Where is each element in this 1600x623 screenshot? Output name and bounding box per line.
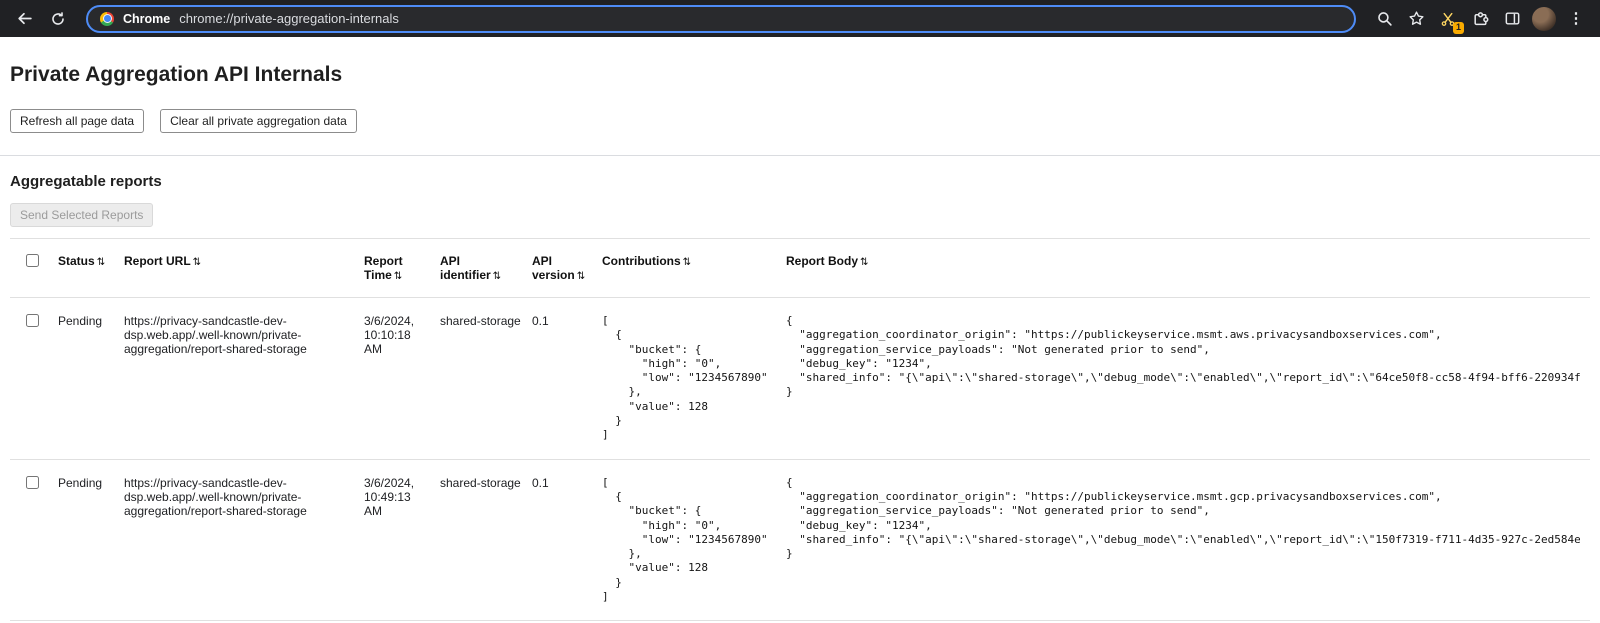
bookmark-star-icon [1408,10,1425,27]
column-label: API identifier [440,254,491,282]
reload-button[interactable] [44,5,72,33]
select-all-checkbox[interactable] [26,254,39,267]
side-panel-icon [1504,10,1521,27]
address-bar[interactable]: Chrome chrome://private-aggregation-inte… [86,5,1356,33]
kebab-menu-icon: ⋮ [1569,11,1584,26]
column-header-status[interactable]: Status⇅ [58,239,124,298]
profile-avatar [1532,7,1556,31]
report-body-cell: { "aggregation_coordinator_origin": "htt… [786,298,1590,460]
column-label: API version [532,254,575,282]
url-text: chrome://private-aggregation-internals [179,11,399,26]
back-button[interactable] [10,5,38,33]
sort-icon: ⇅ [577,271,585,282]
clear-all-button[interactable]: Clear all private aggregation data [160,109,357,133]
zoom-button[interactable] [1370,5,1398,33]
toolbar-actions: 1 ⋮ [1370,5,1590,33]
column-header-report-url[interactable]: Report URL⇅ [124,239,364,298]
refresh-all-button[interactable]: Refresh all page data [10,109,144,133]
table-row: Pending https://privacy-sandcastle-dev-d… [10,298,1590,460]
page-actions: Refresh all page data Clear all private … [10,109,1590,133]
chrome-logo-icon [100,12,114,26]
origin-chip-label: Chrome [123,12,170,26]
extension-action-button[interactable]: 1 [1434,5,1462,33]
table-header-row: Status⇅ Report URL⇅ Report Time⇅ API ide… [10,239,1590,298]
contributions-json: [ { "bucket": { "high": "0", "low": "123… [602,314,776,443]
report-body-cell: { "aggregation_coordinator_origin": "htt… [786,459,1590,621]
api-version-cell: 0.1 [532,459,602,621]
report-time-cell: 3/6/2024, 10:49:13 AM [364,459,440,621]
column-label: Contributions [602,254,681,268]
contributions-json: [ { "bucket": { "high": "0", "low": "123… [602,476,776,605]
contributions-cell: [ { "bucket": { "high": "0", "low": "123… [602,459,786,621]
report-body-json: { "aggregation_coordinator_origin": "htt… [786,476,1580,562]
sort-icon: ⇅ [683,257,691,268]
column-header-report-body[interactable]: Report Body⇅ [786,239,1590,298]
sort-icon: ⇅ [860,257,868,268]
extensions-menu-button[interactable] [1466,5,1494,33]
extension-badge: 1 [1453,22,1464,34]
column-label: Report URL [124,254,191,268]
magnifier-icon [1376,10,1393,27]
side-panel-button[interactable] [1498,5,1526,33]
table-row: Pending https://privacy-sandcastle-dev-d… [10,459,1590,621]
sort-icon: ⇅ [193,257,201,268]
reload-icon [50,11,66,27]
sort-icon: ⇅ [493,271,501,282]
profile-button[interactable] [1530,5,1558,33]
back-arrow-icon [16,10,33,27]
column-label: Status [58,254,95,268]
sort-icon: ⇅ [394,271,402,282]
bookmark-button[interactable] [1402,5,1430,33]
browser-toolbar: Chrome chrome://private-aggregation-inte… [0,0,1600,37]
report-time-cell: 3/6/2024, 10:10:18 AM [364,298,440,460]
sort-icon: ⇅ [97,257,105,268]
api-identifier-cell: shared-storage [440,298,532,460]
section-divider [0,155,1600,156]
contributions-cell: [ { "bucket": { "high": "0", "low": "123… [602,298,786,460]
select-report-checkbox[interactable] [26,476,39,489]
column-header-report-time[interactable]: Report Time⇅ [364,239,440,298]
section-title: Aggregatable reports [10,173,1590,190]
send-selected-reports-button[interactable]: Send Selected Reports [10,203,153,227]
page-title: Private Aggregation API Internals [10,63,1590,87]
report-url-cell: https://privacy-sandcastle-dev-dsp.web.a… [124,459,364,621]
select-report-checkbox[interactable] [26,314,39,327]
column-header-api-version[interactable]: API version⇅ [532,239,602,298]
status-cell: Pending [58,459,124,621]
page-content: Private Aggregation API Internals Refres… [0,63,1600,621]
aggregatable-reports-table: Status⇅ Report URL⇅ Report Time⇅ API ide… [10,238,1590,621]
report-body-json: { "aggregation_coordinator_origin": "htt… [786,314,1580,400]
status-cell: Pending [58,298,124,460]
api-version-cell: 0.1 [532,298,602,460]
column-header-contributions[interactable]: Contributions⇅ [602,239,786,298]
menu-button[interactable]: ⋮ [1562,5,1590,33]
api-identifier-cell: shared-storage [440,459,532,621]
report-url-cell: https://privacy-sandcastle-dev-dsp.web.a… [124,298,364,460]
extensions-puzzle-icon [1472,10,1489,27]
column-header-api-identifier[interactable]: API identifier⇅ [440,239,532,298]
column-label: Report Body [786,254,858,268]
